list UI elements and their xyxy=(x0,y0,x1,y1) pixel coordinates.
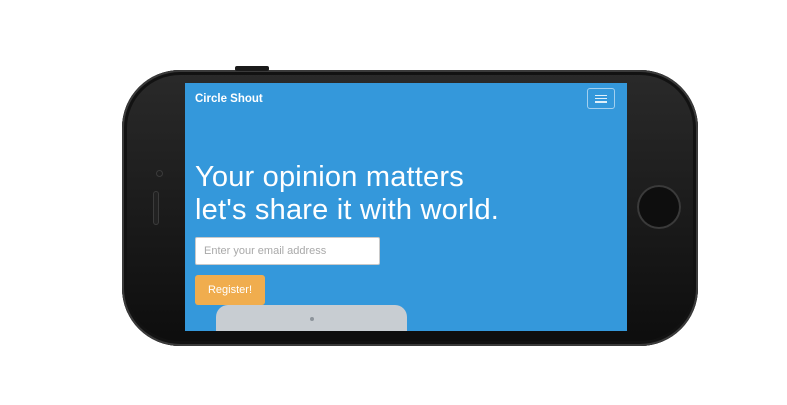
device-preview-camera-dot xyxy=(310,317,314,321)
hero-headline-line-1: Your opinion matters xyxy=(195,161,464,193)
phone-screen: Circle Shout Your opinion matters let's … xyxy=(185,83,627,331)
brand-title[interactable]: Circle Shout xyxy=(195,93,263,105)
phone-home-button xyxy=(637,185,681,229)
hero-headline: Your opinion matters let's share it with… xyxy=(195,161,499,227)
hamburger-menu-icon xyxy=(595,94,607,103)
device-preview-image xyxy=(216,305,407,331)
register-button[interactable]: Register! xyxy=(195,275,265,305)
email-field[interactable] xyxy=(195,237,380,265)
phone-camera xyxy=(156,170,163,177)
hero-headline-line-2: let's share it with world. xyxy=(195,194,500,226)
menu-toggle-button[interactable] xyxy=(587,88,615,109)
phone-top-button xyxy=(235,66,269,71)
phone-speaker xyxy=(153,191,159,225)
